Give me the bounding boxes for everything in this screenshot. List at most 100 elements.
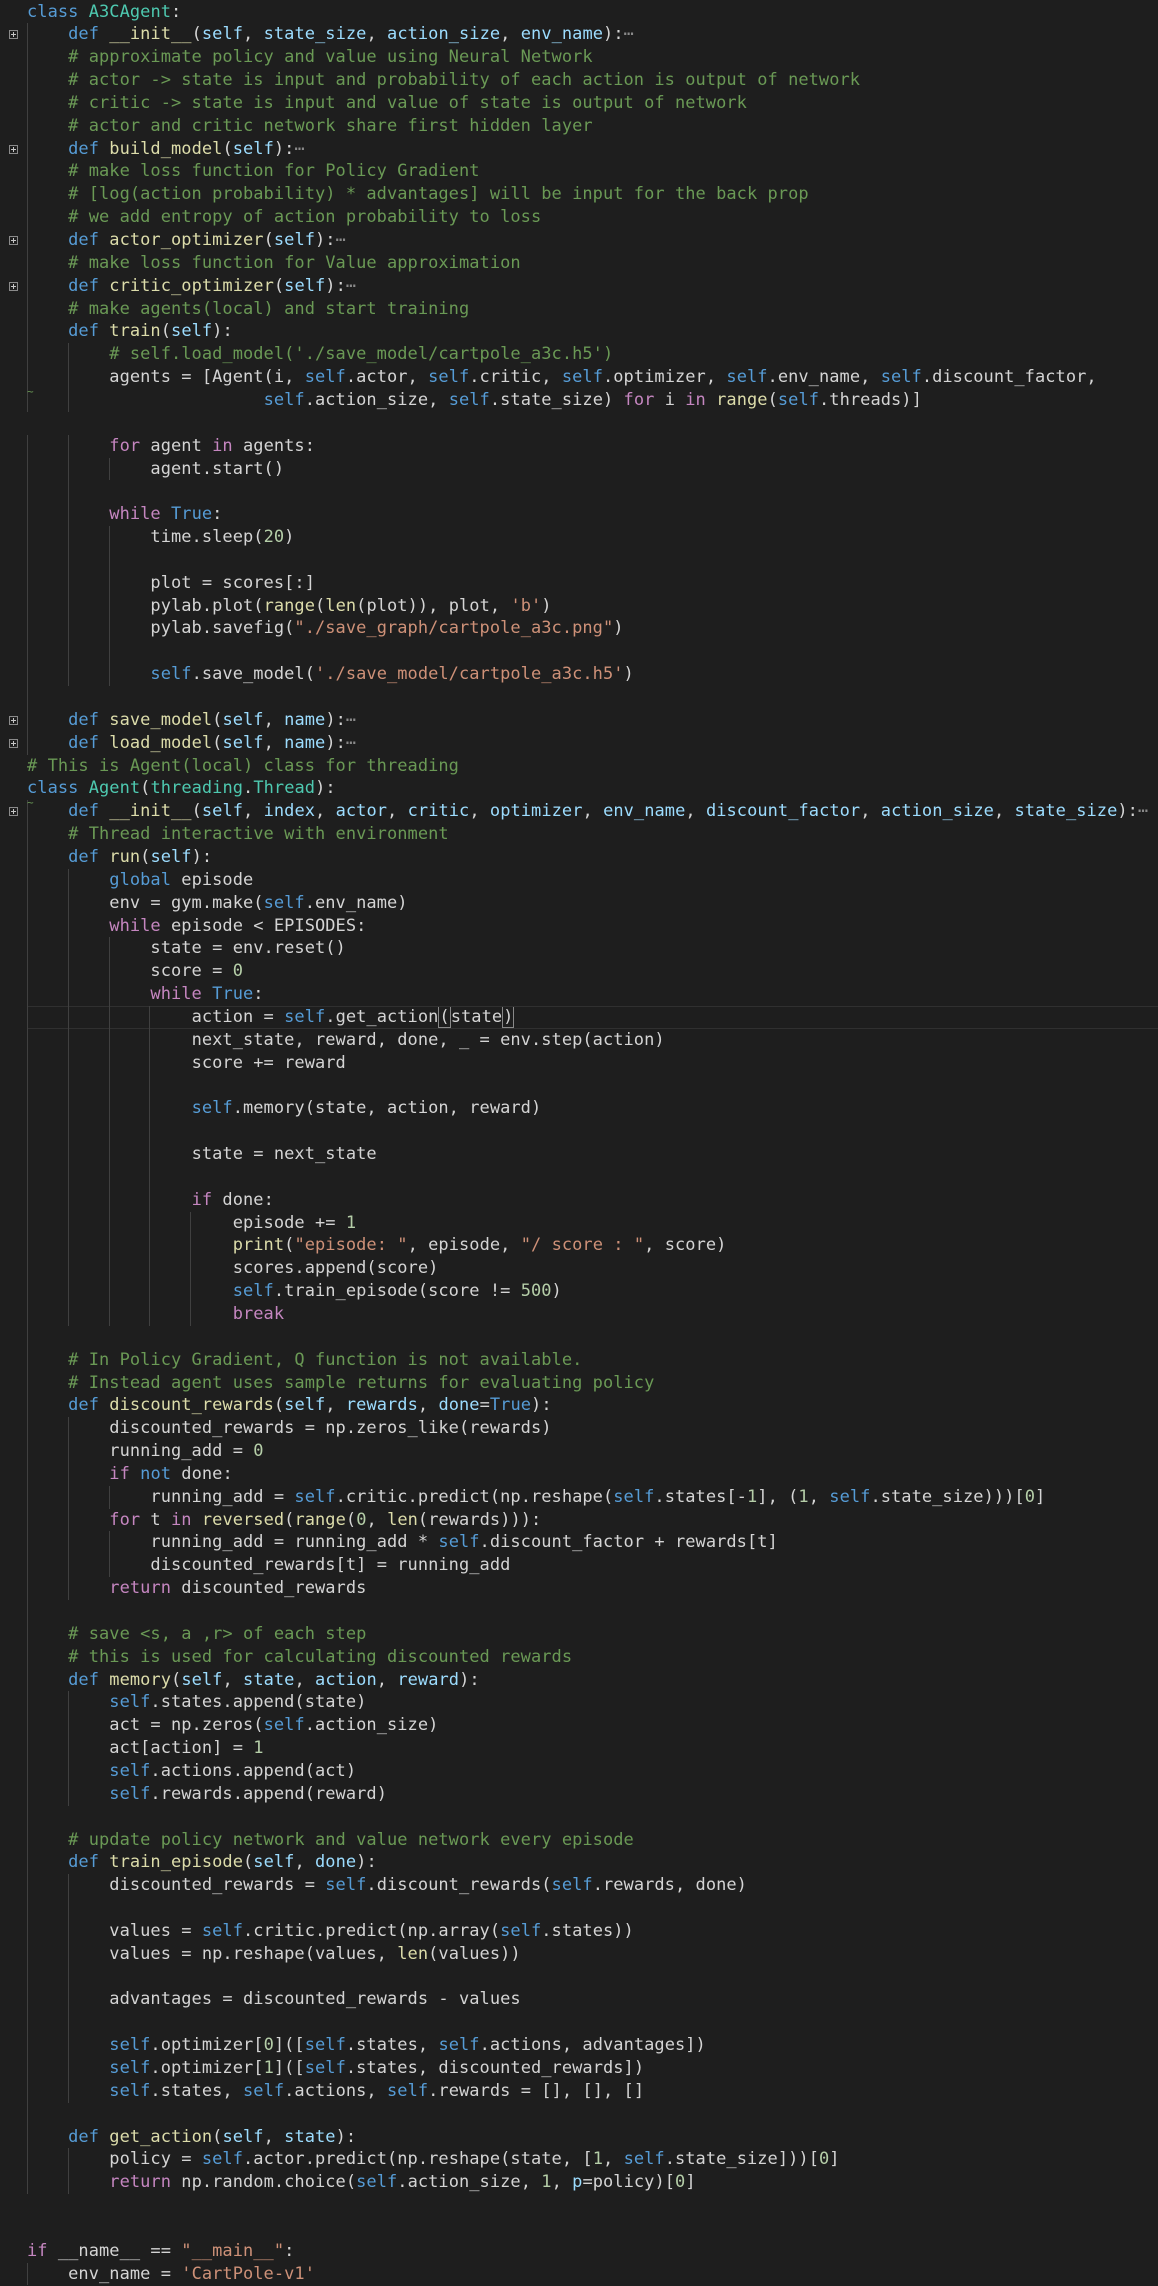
code-line[interactable]: running_add = running_add * self.discoun… [27, 1531, 778, 1554]
code-line[interactable]: self.states, self.actions, self.rewards … [27, 2080, 644, 2103]
code-line[interactable]: self.memory(state, action, reward) [27, 1097, 542, 1120]
code-line[interactable]: # Instead agent uses sample returns for … [27, 1372, 654, 1395]
code-line[interactable]: act = np.zeros(self.action_size) [27, 1714, 438, 1737]
code-line[interactable]: # save <s, a ,r> of each step [27, 1623, 366, 1646]
code-line[interactable]: state = env.reset() [27, 937, 346, 960]
code-line[interactable]: agents = [Agent(i, self.actor, self.crit… [27, 366, 1097, 389]
code-line[interactable]: def build_model(self):⋯ [27, 138, 305, 161]
code-line[interactable]: # approximate policy and value using Neu… [27, 46, 593, 69]
code-editor[interactable]: class A3CAgent: def __init__(self, state… [0, 0, 1158, 2284]
code-area[interactable]: class A3CAgent: def __init__(self, state… [27, 0, 1158, 2284]
code-token: .discount_factor, [921, 367, 1097, 388]
folded-region-ellipsis[interactable]: ⋯ [1138, 801, 1148, 821]
code-line[interactable]: # critic -> state is input and value of … [27, 92, 747, 115]
code-line[interactable]: # this is used for calculating discounte… [27, 1646, 572, 1669]
code-line[interactable]: plot = scores[:] [27, 572, 315, 595]
code-line[interactable]: def discount_rewards(self, rewards, done… [27, 1394, 552, 1417]
code-token: i [654, 389, 686, 410]
code-line[interactable]: scores.append(score) [27, 1257, 439, 1280]
fold-expand-icon[interactable] [9, 281, 18, 291]
code-line[interactable]: discounted_rewards[t] = running_add [27, 1554, 510, 1577]
fold-expand-icon[interactable] [9, 236, 18, 245]
folded-region-ellipsis[interactable]: ⋯ [346, 276, 356, 296]
code-line[interactable]: running_add = 0 [27, 1440, 264, 1463]
code-line[interactable]: def __init__(self, index, actor, critic,… [27, 800, 1148, 823]
code-line[interactable]: def train_episode(self, done): [27, 1851, 377, 1874]
code-line[interactable]: values = self.critic.predict(np.array(se… [27, 1920, 634, 1943]
folded-region-ellipsis[interactable]: ⋯ [624, 24, 634, 44]
code-line[interactable]: running_add = self.critic.predict(np.res… [27, 1486, 1045, 1509]
folded-region-ellipsis[interactable]: ⋯ [336, 230, 346, 250]
code-line[interactable]: def run(self): [27, 846, 212, 869]
folded-region-ellipsis[interactable]: ⋯ [346, 710, 356, 730]
code-line[interactable]: # make loss function for Value approxima… [27, 252, 521, 275]
code-line[interactable]: agent.start() [27, 458, 284, 481]
code-line[interactable]: return discounted_rewards [27, 1577, 366, 1600]
code-line[interactable]: def train(self): [27, 320, 233, 343]
code-line[interactable]: # Thread interactive with environment [27, 823, 449, 846]
code-line[interactable]: for agent in agents: [27, 435, 315, 458]
folded-region-ellipsis[interactable]: ⋯ [294, 139, 304, 159]
code-line[interactable]: def actor_optimizer(self):⋯ [27, 229, 346, 252]
code-line[interactable]: def __init__(self, state_size, action_si… [27, 23, 634, 46]
code-line[interactable]: pylab.plot(range(len(plot)), plot, 'b') [27, 595, 552, 618]
code-line[interactable]: # make agents(local) and start training [27, 298, 469, 321]
fold-expand-icon[interactable] [9, 144, 18, 154]
code-line[interactable]: self.states.append(state) [27, 1691, 366, 1714]
code-line[interactable]: self.optimizer[1]([self.states, discount… [27, 2057, 644, 2080]
code-line[interactable]: if __name__ == "__main__": [27, 2240, 294, 2263]
code-line[interactable]: # update policy network and value networ… [27, 1829, 634, 1852]
code-line[interactable]: print("episode: ", episode, "/ score : "… [27, 1234, 727, 1257]
code-line[interactable]: self.train_episode(score != 500) [27, 1280, 562, 1303]
code-line[interactable]: env = gym.make(self.env_name) [27, 892, 408, 915]
code-line[interactable]: break [27, 1303, 284, 1326]
code-line[interactable]: episode += 1 [27, 1212, 356, 1235]
code-line[interactable]: self.save_model('./save_model/cartpole_a… [27, 663, 634, 686]
code-line[interactable]: def load_model(self, name):⋯ [27, 732, 356, 755]
code-line[interactable]: score = 0 [27, 960, 243, 983]
code-line[interactable]: def save_model(self, name):⋯ [27, 709, 356, 732]
code-line[interactable]: return np.random.choice(self.action_size… [27, 2171, 696, 2194]
fold-expand-icon[interactable] [9, 738, 18, 748]
code-line[interactable]: env_name = 'CartPole-v1' [27, 2263, 315, 2286]
code-line[interactable]: self.rewards.append(reward) [27, 1783, 387, 1806]
code-line[interactable]: policy = self.actor.predict(np.reshape(s… [27, 2148, 840, 2171]
code-line[interactable]: self.actions.append(act) [27, 1760, 356, 1783]
code-line[interactable]: # we add entropy of action probability t… [27, 206, 541, 229]
code-line[interactable]: values = np.reshape(values, len(values)) [27, 1943, 521, 1966]
folded-region-ellipsis[interactable]: ⋯ [346, 733, 356, 753]
code-line[interactable]: self.action_size, self.state_size) for i… [27, 389, 922, 412]
code-line[interactable]: # actor and critic network share first h… [27, 115, 593, 138]
code-line[interactable]: global episode [27, 869, 253, 892]
code-line[interactable]: state = next_state [27, 1143, 377, 1166]
fold-expand-icon[interactable] [9, 807, 18, 817]
code-line[interactable]: self.optimizer[0]([self.states, self.act… [27, 2034, 706, 2057]
code-line[interactable]: while True: [27, 983, 264, 1006]
code-line[interactable]: def get_action(self, state): [27, 2126, 356, 2149]
code-line[interactable]: def critic_optimizer(self):⋯ [27, 275, 356, 298]
code-line[interactable]: class Agent(threading.Thread): [27, 777, 336, 800]
code-line[interactable]: def memory(self, state, action, reward): [27, 1669, 480, 1692]
code-line[interactable]: if done: [27, 1189, 274, 1212]
code-line[interactable]: act[action] = 1 [27, 1737, 264, 1760]
code-line[interactable]: # actor -> state is input and probabilit… [27, 69, 860, 92]
code-line[interactable]: pylab.savefig("./save_graph/cartpole_a3c… [27, 617, 624, 640]
code-line[interactable]: for t in reversed(range(0, len(rewards))… [27, 1509, 541, 1532]
code-line[interactable]: advantages = discounted_rewards - values [27, 1988, 521, 2011]
fold-expand-icon[interactable] [9, 715, 18, 725]
code-line[interactable]: # This is Agent(local) class for threadi… [27, 755, 459, 778]
code-line[interactable]: while True: [27, 503, 222, 526]
code-line[interactable]: score += reward [27, 1052, 346, 1075]
fold-expand-icon[interactable] [9, 30, 18, 40]
code-line[interactable]: discounted_rewards = np.zeros_like(rewar… [27, 1417, 552, 1440]
code-line[interactable]: while episode < EPISODES: [27, 915, 366, 938]
code-line[interactable]: if not done: [27, 1463, 233, 1486]
code-line[interactable]: class A3CAgent: [27, 1, 181, 24]
code-token: # actor and critic network share first h… [68, 115, 593, 136]
code-line[interactable]: # self.load_model('./save_model/cartpole… [27, 343, 613, 366]
code-line[interactable]: # In Policy Gradient, Q function is not … [27, 1349, 582, 1372]
code-line[interactable]: # [log(action probability) * advantages]… [27, 183, 809, 206]
code-line[interactable]: discounted_rewards = self.discount_rewar… [27, 1874, 747, 1897]
code-line[interactable]: # make loss function for Policy Gradient [27, 160, 480, 183]
code-line[interactable]: next_state, reward, done, _ = env.step(a… [27, 1029, 665, 1052]
